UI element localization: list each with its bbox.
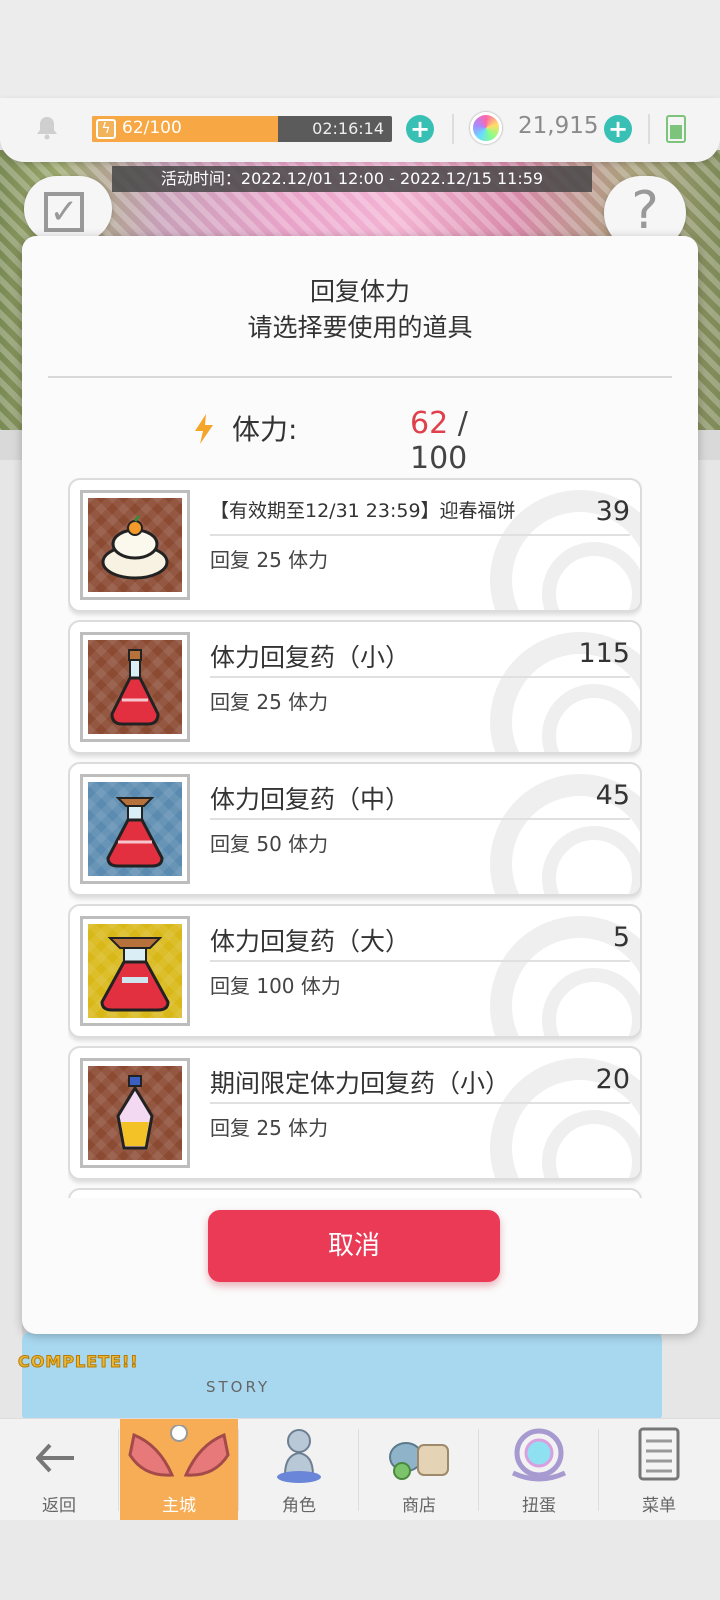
item-description: 回复 25 体力 [210,690,329,714]
nav-back[interactable]: 返回 [0,1419,118,1521]
nav-home[interactable]: 主城 [120,1419,238,1521]
item-thumbnail [80,774,190,884]
divider [452,114,454,144]
item-count: 115 [578,638,630,669]
item-name: 【有效期至12/31 23:59】迎春福饼 [210,500,516,522]
mochi-icon [88,498,182,592]
character-icon [277,1429,321,1483]
stamina-max: 100 [410,441,468,476]
item-thumbnail [80,490,190,600]
stamina-separator: / [457,406,468,441]
item-name: 体力回复药（中） [210,785,411,814]
nav-shop[interactable]: 商店 [360,1419,478,1521]
potion-small-icon [88,640,182,734]
bell-icon[interactable] [34,114,60,140]
item-thumbnail [80,632,190,742]
story-label: STORY [206,1378,271,1396]
item-name: 期间限定体力回复药（小） [210,1069,511,1098]
nav-label: 返回 [42,1496,76,1516]
item-thumbnail [80,1058,190,1168]
potion-medium-icon [88,782,182,876]
cancel-button[interactable]: 取消 [208,1210,500,1282]
mission-check-button[interactable]: ✓ [24,176,112,242]
divider [598,1429,599,1511]
nav-menu[interactable]: 菜单 [600,1419,718,1521]
nav-label: 菜单 [642,1496,676,1516]
stamina-bar[interactable]: ϟ 62/100 02:16:14 [92,116,392,142]
stamina-timer: 02:16:14 [312,119,384,138]
system-navigation-area [0,1520,720,1600]
bottom-navigation: 返回 主城 角色 商店 扭蛋 菜单 [0,1418,720,1521]
item-row[interactable]: 体力回复药（小） 115 回复 25 体力 [68,620,642,754]
item-row[interactable] [68,1188,642,1198]
divider [48,376,672,378]
add-gem-button[interactable]: + [604,115,632,143]
stamina-summary: 体力: 62 / 100 [192,404,532,476]
checkbox-icon: ✓ [44,192,84,232]
item-count: 20 [595,1064,630,1095]
divider [648,114,650,144]
divider [210,1102,630,1104]
menu-icon [638,1427,680,1481]
item-row[interactable]: 期间限定体力回复药（小） 20 回复 25 体力 [68,1046,642,1180]
potion-large-icon [88,924,182,1018]
item-thumbnail [80,916,190,1026]
item-description: 回复 25 体力 [210,1116,329,1140]
divider [210,534,630,536]
back-arrow-icon [36,1443,74,1473]
recover-stamina-dialog: 回复体力 请选择要使用的道具 体力: 62 / 100 【有效期至12/31 2… [22,236,698,1334]
battery-icon [666,115,686,143]
dialog-subtitle: 请选择要使用的道具 [247,313,473,342]
gem-count: 21,915 [518,113,599,139]
complete-label: COMPLETE!! [18,1352,139,1372]
divider [118,1429,119,1511]
divider [210,818,630,820]
item-count: 5 [612,922,630,953]
nav-character[interactable]: 角色 [240,1419,358,1521]
divider [358,1429,359,1511]
divider [210,960,630,962]
gem-icon [470,112,502,144]
divider [238,1429,239,1511]
story-card [22,1332,662,1422]
item-name: 体力回复药（大） [210,927,411,956]
item-row[interactable]: 体力回复药（大） 5 回复 100 体力 [68,904,642,1038]
home-wings-icon [128,1425,230,1477]
item-row[interactable]: 【有效期至12/31 23:59】迎春福饼 39 回复 25 体力 [68,478,642,612]
item-count: 39 [595,496,630,527]
lightning-icon [195,414,213,444]
shop-icon [389,1442,449,1480]
item-name: 体力回复药（小） [210,643,411,672]
nav-label: 角色 [282,1496,316,1516]
stamina-value: 62 / 100 [410,406,532,476]
item-description: 回复 25 体力 [210,548,329,572]
nav-label: 商店 [402,1496,436,1516]
status-bar: ϟ 62/100 02:16:14 + 21,915 + [0,98,720,162]
event-period-banner: 活动时间：2022.12/01 12:00 - 2022.12/15 11:59 [112,166,592,192]
add-stamina-button[interactable]: + [406,115,434,143]
divider [210,676,630,678]
stamina-text: 62/100 [122,118,182,138]
dialog-title: 回复体力 [309,277,410,306]
stamina-bar-fill [92,116,278,142]
nav-label: 扭蛋 [522,1496,556,1516]
stamina-label: 体力: [232,413,298,446]
item-description: 回复 100 体力 [210,974,341,998]
item-row[interactable]: 体力回复药（中） 45 回复 50 体力 [68,762,642,896]
nav-label: 主城 [162,1496,196,1516]
item-description: 回复 50 体力 [210,832,329,856]
nav-gacha[interactable]: 扭蛋 [480,1419,598,1521]
limited-potion-icon [88,1066,182,1160]
lightning-icon: ϟ [96,119,116,139]
gacha-icon [511,1428,567,1482]
divider [478,1429,479,1511]
item-count: 45 [595,780,630,811]
item-list[interactable]: 【有效期至12/31 23:59】迎春福饼 39 回复 25 体力 体力回复药（… [68,478,642,1198]
stamina-current: 62 [410,406,449,441]
